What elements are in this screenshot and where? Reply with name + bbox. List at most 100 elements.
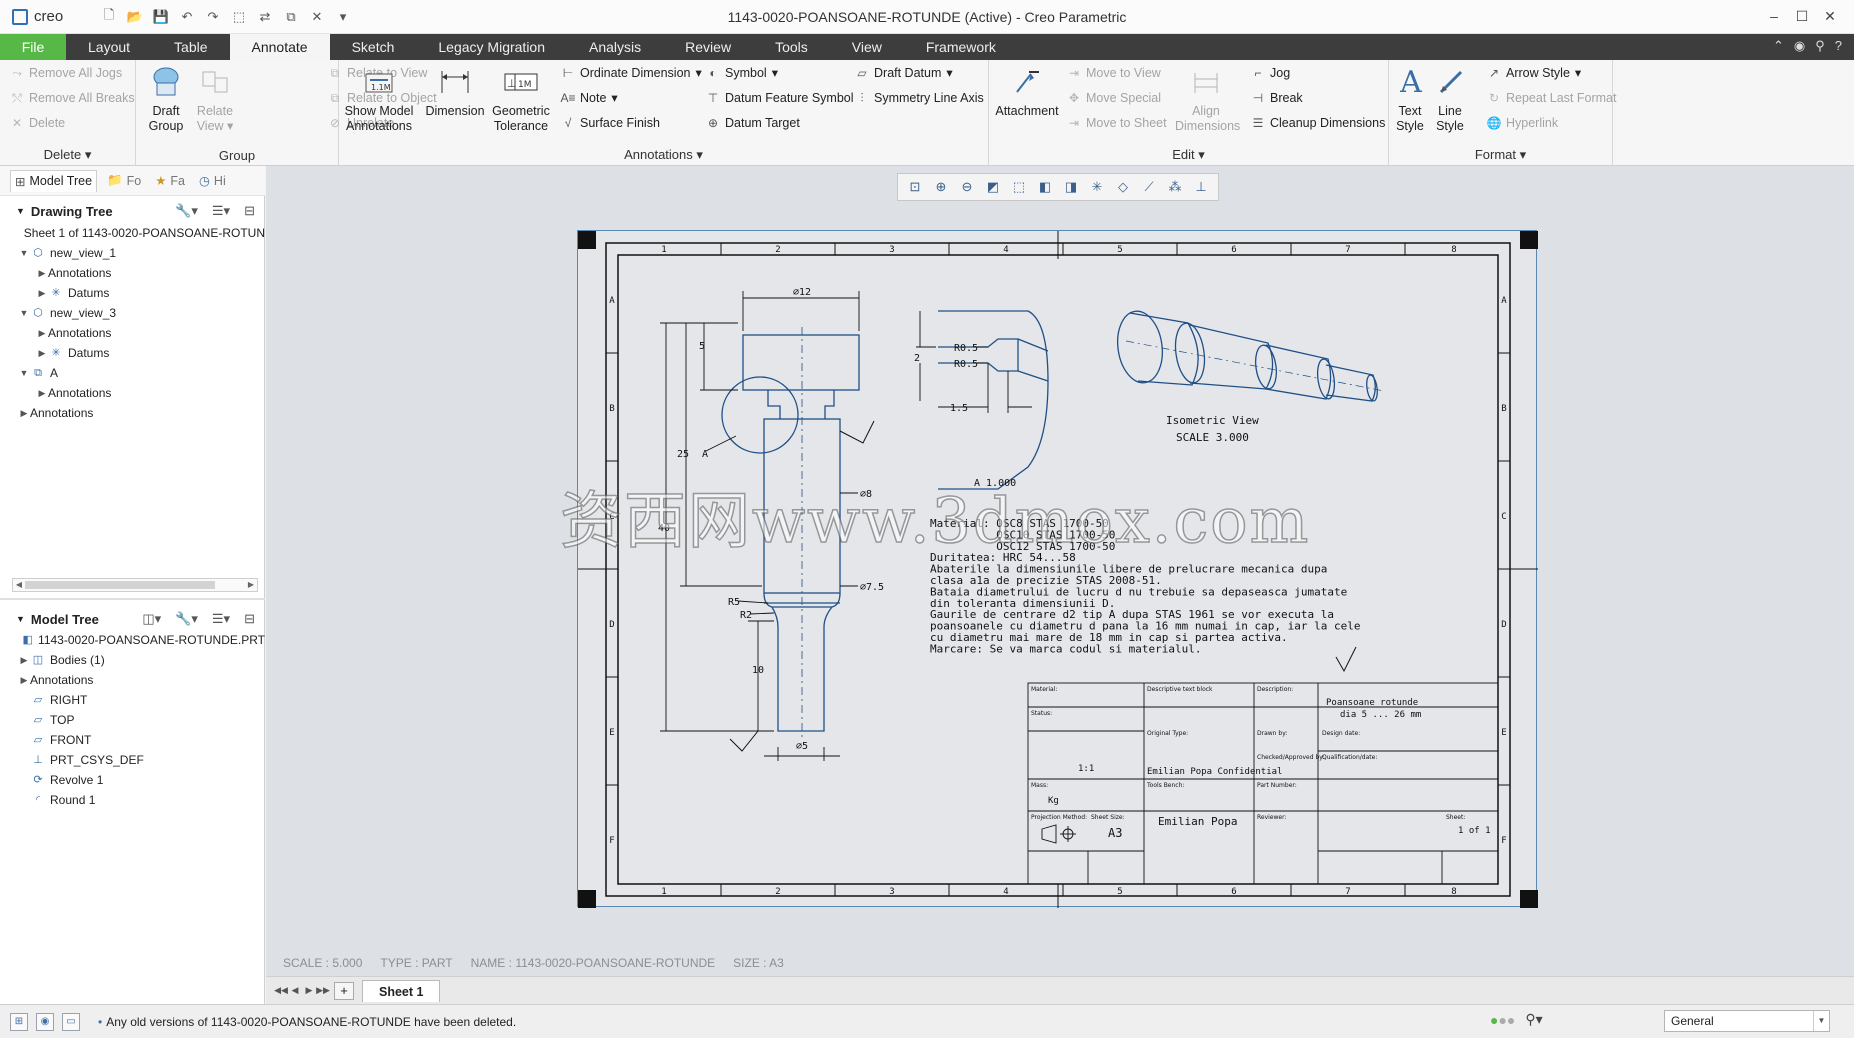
collapsed-triangle-icon[interactable]: ▶ — [18, 403, 30, 423]
show-model-annotations-button[interactable]: 1.1M Show Model Annotations — [341, 64, 417, 134]
collapsed-triangle-icon[interactable]: ▶ — [18, 650, 30, 670]
ordinate-dimension-button[interactable]: ⊢ Ordinate Dimension ▾ — [561, 62, 702, 84]
scale-readout[interactable]: SCALE : 5.000 — [283, 956, 362, 970]
tab-sketch[interactable]: Sketch — [330, 34, 417, 60]
cleanup-dimensions-button[interactable]: ☰ Cleanup Dimensions — [1251, 112, 1386, 134]
tab-table[interactable]: Table — [152, 34, 229, 60]
dimension-button[interactable]: Dimension — [424, 64, 486, 119]
graphics-window[interactable]: ⊡ ⊕ ⊖ ◩ ⬚ ◧ ◨ ✳ ◇ ⟋ ⁂ ⊥ 1 2 3 4 5 6 7 8 … — [266, 166, 1854, 976]
hidden-line-icon[interactable]: ◧ — [1034, 176, 1056, 198]
expanded-triangle-icon[interactable]: ▼ — [18, 303, 30, 323]
model-tree-item[interactable]: ▱ RIGHT — [0, 690, 265, 710]
last-sheet-icon[interactable]: ▶▶ — [316, 985, 330, 996]
first-sheet-icon[interactable]: ◀◀ — [274, 985, 288, 996]
notification-icon[interactable]: ◉ — [1794, 38, 1805, 54]
collapse-ribbon-icon[interactable]: ⌃ — [1773, 38, 1784, 54]
add-sheet-button[interactable]: + — [334, 981, 354, 1000]
windows-icon[interactable]: ⧉ — [280, 7, 302, 27]
new-file-icon[interactable]: 🗋 — [98, 7, 120, 27]
tab-annotate[interactable]: Annotate — [229, 34, 330, 60]
delete-button[interactable]: ✕ Delete — [10, 112, 65, 134]
drawing-tree-item[interactable]: ▶ Annotations — [0, 323, 265, 343]
geometric-tolerance-button[interactable]: ⊥ 1M Geometric Tolerance — [489, 64, 553, 134]
scroll-right-icon[interactable]: ▶ — [245, 579, 257, 591]
tree-filter-icon[interactable]: ⊟ — [244, 611, 255, 627]
datum-feature-symbol-button[interactable]: ⊤ Datum Feature Symbol — [706, 87, 854, 109]
open-folder-icon[interactable]: 📂 — [124, 7, 146, 27]
text-style-button[interactable]: A Text Style — [1391, 64, 1429, 134]
draft-group-button[interactable]: Draft Group — [142, 64, 190, 134]
next-sheet-icon[interactable]: ▶ — [302, 985, 316, 996]
collapsed-triangle-icon[interactable]: ▶ — [36, 343, 48, 363]
datum-target-button[interactable]: ⊕ Datum Target — [706, 112, 800, 134]
relate-view-button[interactable]: Relate View ▾ — [192, 64, 238, 134]
line-style-button[interactable]: Line Style — [1431, 64, 1469, 134]
arrow-style-button[interactable]: ↗ Arrow Style ▾ — [1487, 62, 1581, 84]
tree-tools-icon[interactable]: 🔧▾ — [175, 203, 198, 219]
select-box-icon[interactable]: ⬚ — [228, 7, 250, 27]
drawing-tree-item[interactable]: ▼ ⬡ new_view_1 — [0, 243, 265, 263]
search-icon[interactable]: ⚲ — [1815, 38, 1825, 54]
display-style-icon[interactable]: ⬚ — [1008, 176, 1030, 198]
scroll-thumb[interactable] — [25, 581, 215, 589]
annotations-group-label[interactable]: Annotations ▾ — [339, 147, 988, 163]
tab-folder-browser[interactable]: 📁 Fo — [103, 170, 145, 191]
tree-settings-icon[interactable]: ☰▾ — [212, 611, 230, 627]
shading-icon[interactable]: ◨ — [1060, 176, 1082, 198]
expanded-triangle-icon[interactable]: ▼ — [18, 243, 30, 263]
model-tree-header[interactable]: ▼ Model Tree ◫▾ 🔧▾ ☰▾ ⊟ — [0, 606, 265, 632]
point-display-icon[interactable]: ⁂ — [1164, 176, 1186, 198]
collapsed-triangle-icon[interactable]: ▶ — [36, 283, 48, 303]
model-tree-item[interactable]: ▱ FRONT — [0, 730, 265, 750]
remove-all-jogs-button[interactable]: ⤳ Remove All Jogs — [10, 62, 122, 84]
tab-legacy-migration[interactable]: Legacy Migration — [416, 34, 567, 60]
tab-file[interactable]: File — [0, 34, 66, 60]
zoom-out-icon[interactable]: ⊖ — [956, 176, 978, 198]
drawing-sheet[interactable]: 1 2 3 4 5 6 7 8 1 2 3 4 5 6 7 8 A B C D — [577, 230, 1538, 908]
repaint-icon[interactable]: ◩ — [982, 176, 1004, 198]
panel-divider[interactable] — [0, 598, 265, 600]
refit-icon[interactable]: ⊡ — [904, 176, 926, 198]
align-dimensions-button[interactable]: Align Dimensions — [1175, 64, 1240, 134]
redo-icon[interactable]: ↷ — [202, 7, 224, 27]
tab-layout[interactable]: Layout — [66, 34, 152, 60]
maximize-icon[interactable]: ☐ — [1788, 4, 1816, 28]
tree-filter-icon[interactable]: ⊟ — [244, 203, 255, 219]
move-to-view-button[interactable]: ⇥ Move to View — [1067, 62, 1161, 84]
model-tree-item[interactable]: ▱ TOP — [0, 710, 265, 730]
model-tree-item[interactable]: ▶ ◫ Bodies (1) — [0, 650, 265, 670]
drawing-tree-item[interactable]: ▶ Annotations — [0, 263, 265, 283]
tab-framework[interactable]: Framework — [904, 34, 1018, 60]
model-tree-item[interactable]: ⊥ PRT_CSYS_DEF — [0, 750, 265, 770]
collapse-triangle-icon[interactable]: ▼ — [16, 206, 25, 216]
edit-group-label[interactable]: Edit ▾ — [989, 147, 1388, 163]
expanded-triangle-icon[interactable]: ▼ — [18, 363, 30, 383]
drawing-tree-item[interactable]: ▶ ✳ Datums — [0, 283, 265, 303]
move-special-button[interactable]: ✥ Move Special — [1067, 87, 1161, 109]
tree-tools-icon[interactable]: 🔧▾ — [175, 611, 198, 627]
hyperlink-button[interactable]: 🌐 Hyperlink — [1487, 112, 1559, 134]
tab-review[interactable]: Review — [663, 34, 753, 60]
selection-filter-dropdown[interactable]: General ▼ — [1664, 1010, 1830, 1032]
drawing-tree-item[interactable]: ▶ Annotations — [0, 403, 265, 423]
model-tree-item[interactable]: ◜ Round 1 — [0, 790, 265, 810]
collapsed-triangle-icon[interactable]: ▶ — [18, 670, 30, 690]
regenerate-icon[interactable]: ⇄ — [254, 7, 276, 27]
regeneration-status-icon[interactable]: ●●● — [1490, 1012, 1515, 1028]
tree-horizontal-scrollbar[interactable]: ◀ ▶ — [12, 578, 258, 592]
tab-tools[interactable]: Tools — [753, 34, 830, 60]
datum-display-icon[interactable]: ✳ — [1086, 176, 1108, 198]
model-tree-item[interactable]: ▶ Annotations — [0, 670, 265, 690]
remove-all-breaks-button[interactable]: ⤲ Remove All Breaks — [10, 87, 134, 109]
customize-dropdown-icon[interactable]: ▾ — [332, 7, 354, 27]
tab-history[interactable]: ◷ Hi — [195, 170, 230, 191]
tab-model-tree[interactable]: ⊞ Model Tree — [10, 169, 98, 192]
undo-icon[interactable]: ↶ — [176, 7, 198, 27]
collapsed-triangle-icon[interactable]: ▶ — [36, 323, 48, 343]
find-icon[interactable]: ⚲▾ — [1525, 1011, 1542, 1028]
help-icon[interactable]: ? — [1835, 38, 1842, 54]
repeat-last-format-button[interactable]: ↻ Repeat Last Format — [1487, 87, 1617, 109]
close-icon[interactable]: ✕ — [1816, 4, 1844, 28]
axis-display-icon[interactable]: ⟋ — [1138, 176, 1160, 198]
tab-analysis[interactable]: Analysis — [567, 34, 663, 60]
